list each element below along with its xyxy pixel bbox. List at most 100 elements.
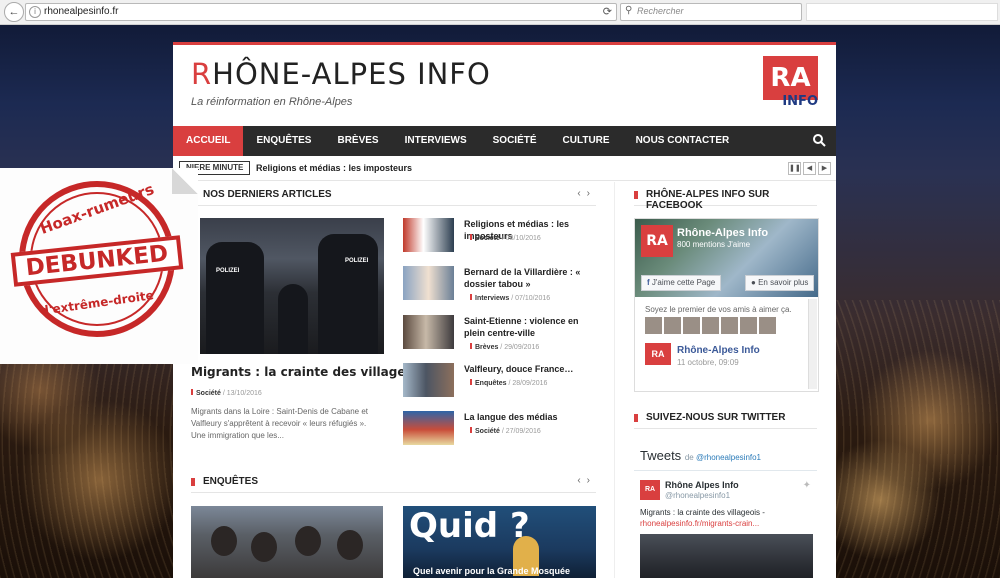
tweet-text: Migrants : la crainte des villageois - rh…: [640, 508, 765, 528]
search-icon[interactable]: [812, 133, 826, 147]
article-date: 07/10/2016: [515, 295, 551, 302]
menu-item-breves[interactable]: BRÈVES: [324, 126, 391, 156]
menu-item-accueil[interactable]: ACCUEIL: [173, 126, 244, 156]
back-button[interactable]: ←: [4, 2, 24, 22]
police-label: POLIZEI: [216, 268, 240, 274]
ticker-pause-icon[interactable]: ❚❚: [788, 162, 801, 175]
site-logo[interactable]: RA INFO: [763, 56, 818, 111]
article-thumbnail[interactable]: [403, 266, 454, 300]
quid-text: Quid ?: [409, 506, 530, 546]
browser-search-input[interactable]: ⚲ Rechercher: [620, 3, 802, 21]
article-item[interactable]: Valfleury, douce France… Enquêtes / 28/0…: [403, 363, 603, 403]
menu-item-interviews[interactable]: INTERVIEWS: [392, 126, 480, 156]
article-meta: Société / 27/09/2016: [470, 427, 541, 435]
avatar[interactable]: [664, 317, 681, 334]
avatar[interactable]: [702, 317, 719, 334]
article-title[interactable]: Saint-Etienne : violence en plein centre…: [464, 315, 599, 339]
website-page: RHÔNE-ALPES INFO La réinformation en Rhô…: [173, 42, 836, 578]
facebook-more-button[interactable]: ● En savoir plus: [745, 275, 815, 291]
facebook-post-name[interactable]: Rhône-Alpes Info: [677, 345, 760, 356]
accent-line: [173, 42, 836, 45]
heading-marker: [191, 478, 195, 486]
twitter-handle-link[interactable]: @rhonealpesinfo1: [696, 453, 761, 462]
article-thumbnail[interactable]: [403, 218, 454, 252]
featured-article-image[interactable]: POLIZEI POLIZEI: [200, 218, 384, 354]
facebook-like-button[interactable]: f J'aime cette Page: [641, 275, 722, 291]
facebook-friends-text: Soyez le premier de vos amis à aimer ça.: [645, 305, 792, 314]
menu-item-culture[interactable]: CULTURE: [550, 126, 623, 156]
article-title[interactable]: La langue des médias: [464, 411, 599, 423]
featured-article-title[interactable]: Migrants : la crainte des villageois: [191, 365, 425, 379]
avatar[interactable]: [759, 317, 776, 334]
site-tagline: La réinformation en Rhône-Alpes: [191, 96, 353, 108]
ticker-prev-icon[interactable]: ◀: [803, 162, 816, 175]
logo-info: INFO: [782, 94, 818, 109]
article-title[interactable]: Valfleury, douce France…: [464, 363, 599, 375]
article-category[interactable]: Société: [475, 428, 500, 435]
twitter-avatar[interactable]: RA: [640, 480, 660, 500]
menu-item-enquetes[interactable]: ENQUÊTES: [243, 126, 324, 156]
enquete-image-mosque[interactable]: Quid ? Quel avenir pour la Grande Mosqué…: [403, 506, 596, 578]
site-title[interactable]: RHÔNE-ALPES INFO: [191, 57, 491, 91]
carousel-arrows-icon[interactable]: ‹›: [577, 475, 596, 486]
article-category[interactable]: Interviews: [475, 295, 509, 302]
ticker-headline[interactable]: Religions et médias : les imposteurs: [256, 163, 412, 173]
heading-facebook-text: RHÔNE-ALPES INFO SUR FACEBOOK: [646, 189, 770, 211]
twitter-bird-icon[interactable]: ✦: [803, 480, 811, 491]
article-thumbnail[interactable]: [403, 363, 454, 397]
facebook-f-icon: f: [647, 278, 650, 287]
twitter-handle[interactable]: @rhonealpesinfo1: [665, 491, 730, 500]
article-item[interactable]: Saint-Etienne : violence en plein centre…: [403, 315, 603, 355]
meta-marker: [191, 389, 193, 395]
police-figure: [206, 242, 264, 354]
avatar[interactable]: [721, 317, 738, 334]
tweet-link[interactable]: rhonealpesinfo.fr/migrants-crain...: [640, 519, 759, 528]
article-meta: Enquêtes / 28/09/2016: [470, 379, 547, 387]
sidebar: RHÔNE-ALPES INFO SUR FACEBOOK RA Rhône-A…: [614, 182, 836, 578]
twitter-widget: Tweets de @rhonealpesinfo1 RA Rhône Alpe…: [634, 446, 817, 578]
search-icon: ⚲: [625, 5, 633, 16]
article-thumbnail[interactable]: [403, 411, 454, 445]
facebook-page-name[interactable]: Rhône-Alpes Info: [677, 227, 768, 239]
facebook-scrollbar[interactable]: [808, 299, 817, 389]
section-heading-facebook: RHÔNE-ALPES INFO SUR FACEBOOK: [634, 189, 817, 211]
heading-enquetes-text: ENQUÊTES: [203, 476, 259, 487]
browser-search-placeholder: Rechercher: [637, 6, 684, 16]
ticker-next-icon[interactable]: ▶: [818, 162, 831, 175]
avatar[interactable]: [645, 317, 662, 334]
article-category[interactable]: Société: [475, 235, 500, 242]
article-category[interactable]: Enquêtes: [475, 380, 507, 387]
featured-category[interactable]: Société: [196, 390, 221, 397]
article-thumbnail[interactable]: [403, 315, 454, 349]
address-bar-url: rhonealpesinfo.fr: [44, 6, 119, 17]
twitter-title: Tweets de @rhonealpesinfo1: [640, 448, 762, 463]
article-category[interactable]: Brèves: [475, 344, 498, 351]
menu-item-contact[interactable]: NOUS CONTACTER: [623, 126, 743, 156]
avatar[interactable]: [740, 317, 757, 334]
article-title[interactable]: Bernard de la Villardière : « dossier ta…: [464, 266, 599, 290]
facebook-page-logo[interactable]: RA: [641, 225, 673, 257]
facebook-logo-icon: ●: [751, 278, 756, 287]
info-icon[interactable]: i: [29, 6, 41, 18]
facebook-widget: RA Rhône-Alpes Info 800 mentions J'aime …: [634, 218, 819, 392]
tweet-image[interactable]: [640, 534, 813, 578]
article-date: 08/10/2016: [505, 235, 541, 242]
menu-item-societe[interactable]: SOCIÉTÉ: [480, 126, 550, 156]
facebook-post-avatar[interactable]: RA: [645, 343, 671, 365]
article-item[interactable]: La langue des médias Société / 27/09/201…: [403, 411, 603, 451]
browser-toolbar: ← i rhonealpesinfo.fr ⟳ ⚲ Rechercher: [0, 0, 1000, 25]
heading-marker: [634, 191, 638, 199]
carousel-arrows-icon[interactable]: ‹›: [577, 188, 596, 199]
police-label: POLIZEI: [345, 258, 369, 264]
article-item[interactable]: Religions et médias : les imposteurs Soc…: [403, 218, 603, 258]
address-bar[interactable]: i rhonealpesinfo.fr ⟳: [25, 3, 617, 21]
main-menu: ACCUEIL ENQUÊTES BRÈVES INTERVIEWS SOCIÉ…: [173, 126, 836, 156]
reload-icon[interactable]: ⟳: [603, 5, 612, 18]
section-heading-twitter: SUIVEZ-NOUS SUR TWITTER: [634, 412, 817, 429]
twitter-name[interactable]: Rhône Alpes Info: [665, 480, 739, 490]
featured-date: 13/10/2016: [226, 390, 262, 397]
avatar[interactable]: [683, 317, 700, 334]
enquete-image-crowd[interactable]: [191, 506, 383, 578]
article-item[interactable]: Bernard de la Villardière : « dossier ta…: [403, 266, 603, 306]
page-curl: [172, 168, 198, 194]
